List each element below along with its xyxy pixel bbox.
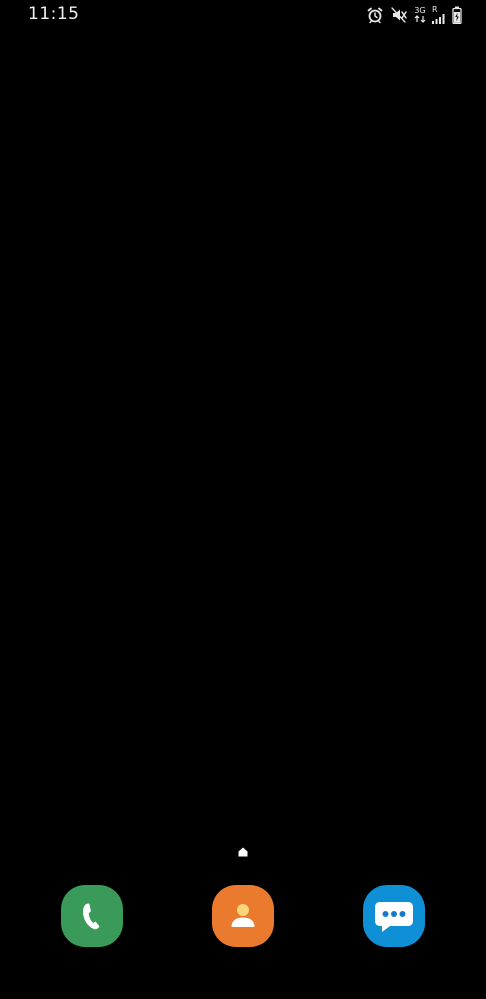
alarm-icon <box>366 6 384 24</box>
data-arrows-icon: 3G <box>414 6 426 24</box>
phone-icon <box>83 903 100 930</box>
status-bar[interactable]: 11:15 3G R <box>0 0 486 30</box>
battery-charging-icon <box>452 6 462 24</box>
status-time: 11:15 <box>28 4 80 24</box>
phone-app-button[interactable] <box>61 885 123 947</box>
home-icon <box>238 847 248 857</box>
roaming-label: R <box>432 5 438 14</box>
signal-icon: R <box>432 6 446 24</box>
home-screen: 11:15 3G R <box>0 0 486 999</box>
contacts-app-button[interactable] <box>212 885 274 947</box>
mute-icon <box>390 6 408 24</box>
home-page-indicator[interactable] <box>237 843 249 857</box>
app-dock <box>0 885 486 949</box>
status-icons: 3G R <box>366 5 462 25</box>
network-type-label: 3G <box>414 6 426 15</box>
messages-icon <box>375 902 413 932</box>
contacts-icon <box>231 904 255 927</box>
messages-app-button[interactable] <box>363 885 425 947</box>
